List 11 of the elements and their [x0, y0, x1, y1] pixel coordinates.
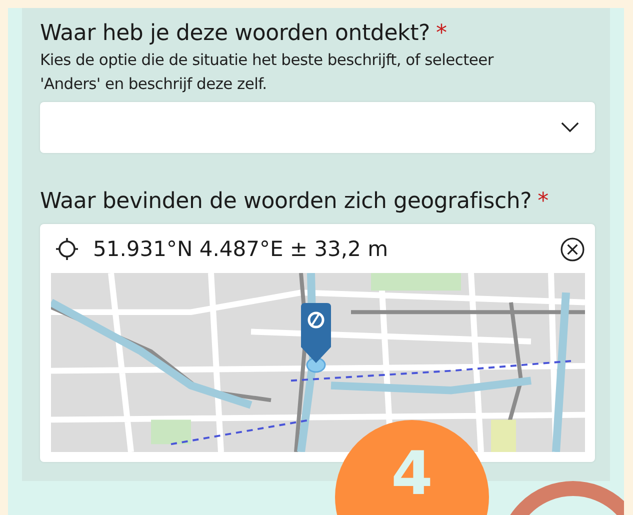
crosshair-icon	[55, 237, 79, 261]
coordinates-text: 51.931°N 4.487°E ± 33,2 m	[93, 237, 390, 261]
chevron-down-icon	[561, 122, 579, 133]
question-hint: Kies de optie die de situatie het beste beschrijft, of selecteer 'Anders' en beschrijf deze zelf.	[40, 50, 495, 95]
dropdown-field[interactable]	[40, 102, 595, 153]
question-text: Waar heb je deze woorden ontdekt?	[40, 21, 430, 46]
map-pin-icon	[300, 303, 332, 375]
clear-icon[interactable]	[560, 236, 585, 262]
question-text: Waar bevinden de woorden zich geografisch?	[40, 189, 532, 214]
required-mark: *	[436, 21, 447, 46]
required-mark: *	[538, 189, 548, 214]
